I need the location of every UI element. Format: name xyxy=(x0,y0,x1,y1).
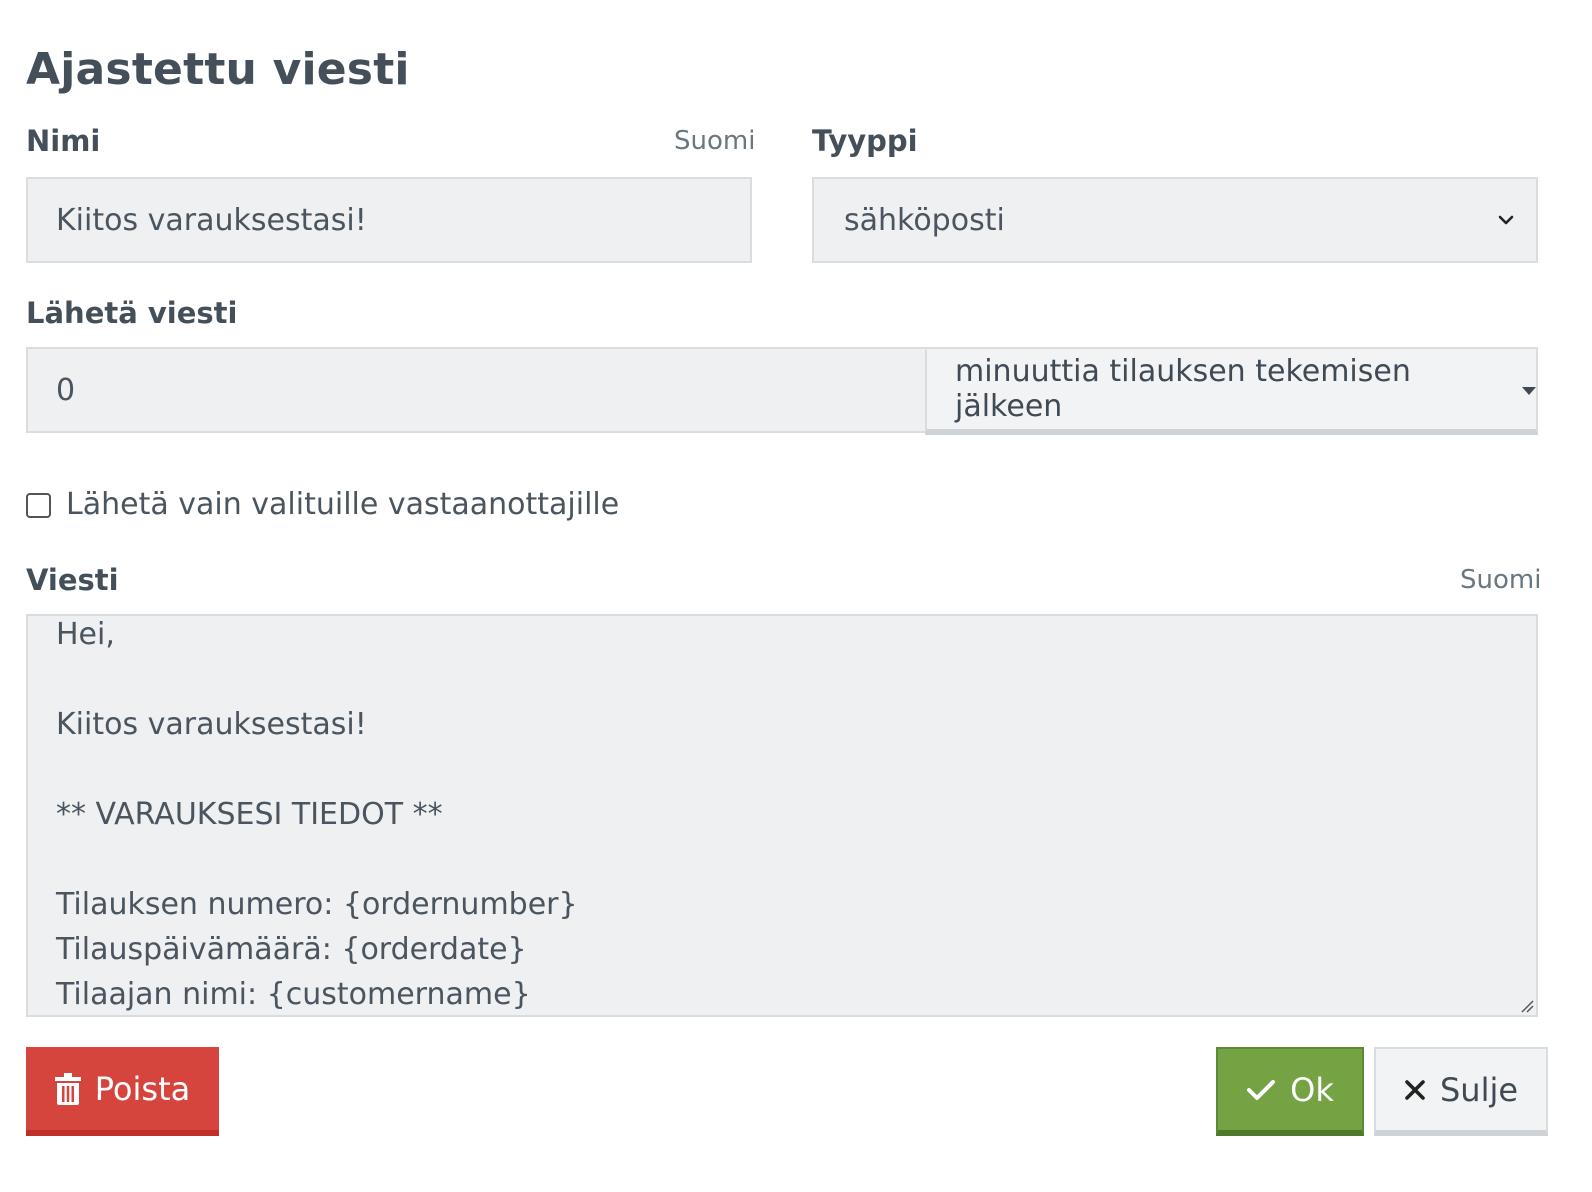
name-language-toggle[interactable]: Suomi xyxy=(674,126,755,156)
resize-handle-icon[interactable] xyxy=(1518,997,1534,1013)
message-line: Hei, xyxy=(56,617,115,652)
type-select[interactable]: sähköposti xyxy=(812,177,1538,263)
dialog-title: Ajastettu viesti xyxy=(26,44,410,95)
only-selected-checkbox[interactable] xyxy=(26,493,51,518)
delete-button-label: Poista xyxy=(94,1069,191,1108)
send-amount-value: 0 xyxy=(56,372,76,408)
delete-button[interactable]: Poista xyxy=(26,1047,219,1136)
message-line: Tilaajan nimi: {customername} xyxy=(56,977,531,1012)
message-line: Tilauspäivämäärä: {orderdate} xyxy=(56,932,527,967)
send-unit-dropdown[interactable]: minuuttia tilauksen tekemisen jälkeen xyxy=(925,347,1538,435)
close-button[interactable]: Sulje xyxy=(1374,1047,1548,1136)
message-label: Viesti xyxy=(26,563,119,597)
send-unit-value: minuuttia tilauksen tekemisen jälkeen xyxy=(955,354,1411,424)
message-line xyxy=(56,657,578,702)
trash-icon xyxy=(54,1072,81,1105)
message-line: ** VARAUKSESI TIEDOT ** xyxy=(56,797,443,832)
message-line xyxy=(56,747,578,792)
caret-down-icon xyxy=(1522,387,1536,395)
name-input-value: Kiitos varauksestasi! xyxy=(56,202,367,238)
name-input[interactable]: Kiitos varauksestasi! xyxy=(26,177,752,263)
send-amount-input[interactable]: 0 xyxy=(26,347,927,433)
type-label: Tyyppi xyxy=(812,124,918,158)
close-icon xyxy=(1404,1079,1426,1101)
name-label: Nimi xyxy=(26,124,101,158)
message-lines: Hei, Kiitos varauksestasi! ** VARAUKSESI… xyxy=(56,616,578,1015)
close-button-label: Sulje xyxy=(1439,1070,1519,1109)
message-line: Tilauksen numero: {ordernumber} xyxy=(56,887,578,922)
message-language-toggle[interactable]: Suomi xyxy=(1460,565,1541,595)
type-select-value: sähköposti xyxy=(844,202,1005,238)
only-selected-label[interactable]: Lähetä vain valituille vastaanottajille xyxy=(66,487,619,522)
send-label: Lähetä viesti xyxy=(26,296,238,330)
ok-button-label: Ok xyxy=(1290,1070,1334,1109)
message-line xyxy=(56,837,578,882)
message-textarea[interactable]: Hei, Kiitos varauksestasi! ** VARAUKSESI… xyxy=(26,614,1538,1017)
check-icon xyxy=(1246,1078,1276,1102)
ok-button[interactable]: Ok xyxy=(1216,1047,1364,1136)
chevron-down-icon xyxy=(1498,215,1514,225)
message-line: Kiitos varauksestasi! xyxy=(56,707,367,742)
